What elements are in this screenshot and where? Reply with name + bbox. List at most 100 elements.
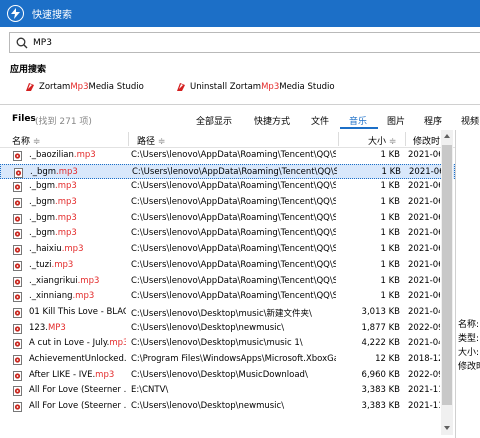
tab-programs[interactable]: 程序 (424, 114, 442, 127)
audio-file-icon (13, 151, 22, 161)
scrollbar-thumb[interactable] (442, 145, 452, 405)
audio-file-icon (13, 245, 22, 256)
zortam-app-icon (26, 83, 34, 91)
audio-file-icon (13, 229, 22, 240)
file-path: C:\Users\lenovo\AppData\Roaming\Tencent\… (131, 244, 336, 255)
column-separator[interactable] (405, 132, 406, 146)
file-size: 1 KB (380, 244, 400, 255)
file-size: 3,013 KB (361, 306, 400, 317)
audio-file-icon (13, 292, 22, 303)
audio-file-icon (13, 402, 22, 412)
file-size: 6,960 KB (361, 369, 400, 380)
file-path: C:\Users\lenovo\AppData\Roaming\Tencent\… (131, 197, 336, 208)
column-header-path[interactable]: 路径 ≑ (137, 134, 165, 147)
table-row[interactable]: ._tuzi.mp3 C:\Users\lenovo\AppData\Roami… (0, 258, 455, 274)
table-row[interactable]: 123.MP3 C:\Users\lenovo\Desktop\newmusic… (0, 321, 455, 337)
file-name: AchievementUnlocked.... (29, 353, 126, 364)
app-result-label-highlight: Mp3 (70, 82, 89, 92)
file-size: 12 KB (375, 353, 400, 364)
file-name: ._xinniang.mp3 (29, 291, 95, 302)
file-modified: 2021-04 (408, 338, 440, 349)
tab-pictures[interactable]: 图片 (387, 114, 405, 127)
file-name: ._bgm.mp3 (30, 166, 78, 177)
file-path: C:\Users\lenovo\Desktop\music\music 1\ (131, 338, 303, 349)
file-modified: 2022-09 (408, 322, 440, 333)
file-name: After LIKE - IVE.mp3 (29, 369, 115, 380)
column-separator[interactable] (128, 132, 129, 146)
audio-file-icon (13, 307, 22, 318)
file-path: C:\Users\lenovo\Desktop\newmusic\ (131, 322, 285, 333)
file-path: C:\Users\lenovo\AppData\Roaming\Tencent\… (131, 259, 336, 270)
column-header-modified[interactable]: 修改时 (413, 134, 440, 147)
file-modified: 2021-06 (408, 244, 440, 255)
tab-files[interactable]: 文件 (311, 114, 329, 127)
table-row[interactable]: 01 Kill This Love - BLAC... C:\Users\len… (0, 305, 455, 321)
tab-videos[interactable]: 视频 (461, 114, 479, 127)
file-path: C:\Users\lenovo\AppData\Roaming\Tencent\… (131, 212, 336, 223)
file-name: All For Love (Steerner ... (29, 401, 126, 411)
scroll-up-arrow-icon[interactable] (441, 130, 453, 143)
column-separator[interactable] (338, 132, 339, 146)
table-row[interactable]: ._xiangrikui.mp3 C:\Users\lenovo\AppData… (0, 274, 455, 290)
file-name: ._tuzi.mp3 (29, 259, 74, 270)
file-modified: 2021-06 (409, 166, 441, 177)
table-row[interactable]: ._bgm.mp3 C:\Users\lenovo\AppData\Roamin… (0, 226, 455, 242)
tab-music[interactable]: 音乐 (349, 114, 367, 127)
file-path: C:\Users\lenovo\AppData\Roaming\Tencent\… (131, 228, 336, 239)
app-result-uninstall-zortam[interactable]: Uninstall Zortam Mp3 Media Studio (176, 82, 335, 92)
table-row[interactable]: ._bgm.mp3 C:\Users\lenovo\AppData\Roamin… (0, 179, 455, 195)
file-name: All For Love (Steerner ... (29, 385, 126, 396)
table-row[interactable]: All For Love (Steerner ... E:\CNTV\ 3,38… (0, 383, 455, 399)
file-path: C:\Users\lenovo\Desktop\music\新建文件夹\ (131, 308, 312, 319)
audio-file-icon (13, 213, 22, 224)
search-input[interactable] (33, 37, 333, 48)
file-modified: 2021-06 (408, 150, 440, 160)
table-row[interactable]: ._xinniang.mp3 C:\Users\lenovo\AppData\R… (0, 289, 455, 305)
file-size: 3,383 KB (361, 401, 400, 411)
audio-file-icon (14, 167, 23, 178)
scroll-down-arrow-icon[interactable] (441, 421, 453, 434)
table-row[interactable]: AchievementUnlocked.... C:\Program Files… (0, 352, 455, 368)
file-path: C:\Users\lenovo\Desktop\MusicDownload\ (131, 369, 308, 380)
column-header-row: 名称 ≑ 路径 ≑ 大小 ≑ 修改时 (0, 130, 455, 148)
file-path: C:\Users\lenovo\AppData\Roaming\Tencent\… (131, 291, 336, 302)
column-header-size[interactable]: 大小 ≑ (368, 134, 396, 147)
file-size: 1,877 KB (361, 322, 400, 333)
tab-shortcuts[interactable]: 快捷方式 (254, 114, 290, 127)
column-header-name[interactable]: 名称 ≑ (12, 134, 40, 147)
file-path: C:\Users\lenovo\AppData\Roaming\Tencent\… (131, 181, 336, 192)
audio-file-icon (13, 323, 22, 334)
file-name: ._baozilian.mp3 (29, 150, 96, 160)
file-name: ._bgm.mp3 (29, 197, 77, 208)
file-path: C:\Users\lenovo\AppData\Roaming\Tencent\… (132, 166, 337, 177)
table-row[interactable]: ._baozilian.mp3 C:\Users\lenovo\AppData\… (0, 148, 455, 164)
file-path: C:\Program Files\WindowsApps\Microsoft.X… (131, 353, 336, 364)
file-modified: 2021-06 (408, 181, 440, 192)
detail-size-label: 大小: (458, 348, 480, 358)
file-name: 123.MP3 (29, 322, 66, 333)
search-box[interactable] (9, 32, 480, 53)
file-path: E:\CNTV\ (131, 385, 169, 396)
file-size: 1 KB (380, 181, 400, 192)
details-pane (455, 130, 480, 438)
audio-file-icon (13, 386, 22, 397)
table-row[interactable]: ._haixiu.mp3 C:\Users\lenovo\AppData\Roa… (0, 242, 455, 258)
file-size: 1 KB (380, 228, 400, 239)
file-name: 01 Kill This Love - BLAC... (29, 306, 126, 317)
table-row[interactable]: After LIKE - IVE.mp3 C:\Users\lenovo\Des… (0, 368, 455, 384)
file-name: A cut in Love - July.mp3 (29, 338, 126, 349)
table-row-selected[interactable]: ._bgm.mp3 C:\Users\lenovo\AppData\Roamin… (0, 163, 455, 180)
title-bar: 快速搜索 (0, 0, 480, 27)
file-modified: 2021-04 (408, 306, 440, 317)
app-result-zortam[interactable]: Zortam Mp3 Media Studio (25, 82, 144, 92)
file-modified: 2022-09 (408, 369, 440, 380)
table-row[interactable]: All For Love (Steerner ... C:\Users\leno… (0, 399, 455, 415)
file-name: ._bgm.mp3 (29, 212, 77, 223)
table-row[interactable]: ._bgm.mp3 C:\Users\lenovo\AppData\Roamin… (0, 195, 455, 211)
tab-all[interactable]: 全部显示 (196, 114, 232, 127)
app-result-label-post: Media Studio (88, 82, 144, 92)
table-row[interactable]: ._bgm.mp3 C:\Users\lenovo\AppData\Roamin… (0, 211, 455, 227)
file-modified: 2021-11 (408, 385, 440, 396)
table-row[interactable]: A cut in Love - July.mp3 C:\Users\lenovo… (0, 336, 455, 352)
file-list: ._baozilian.mp3 C:\Users\lenovo\AppData\… (0, 148, 455, 415)
